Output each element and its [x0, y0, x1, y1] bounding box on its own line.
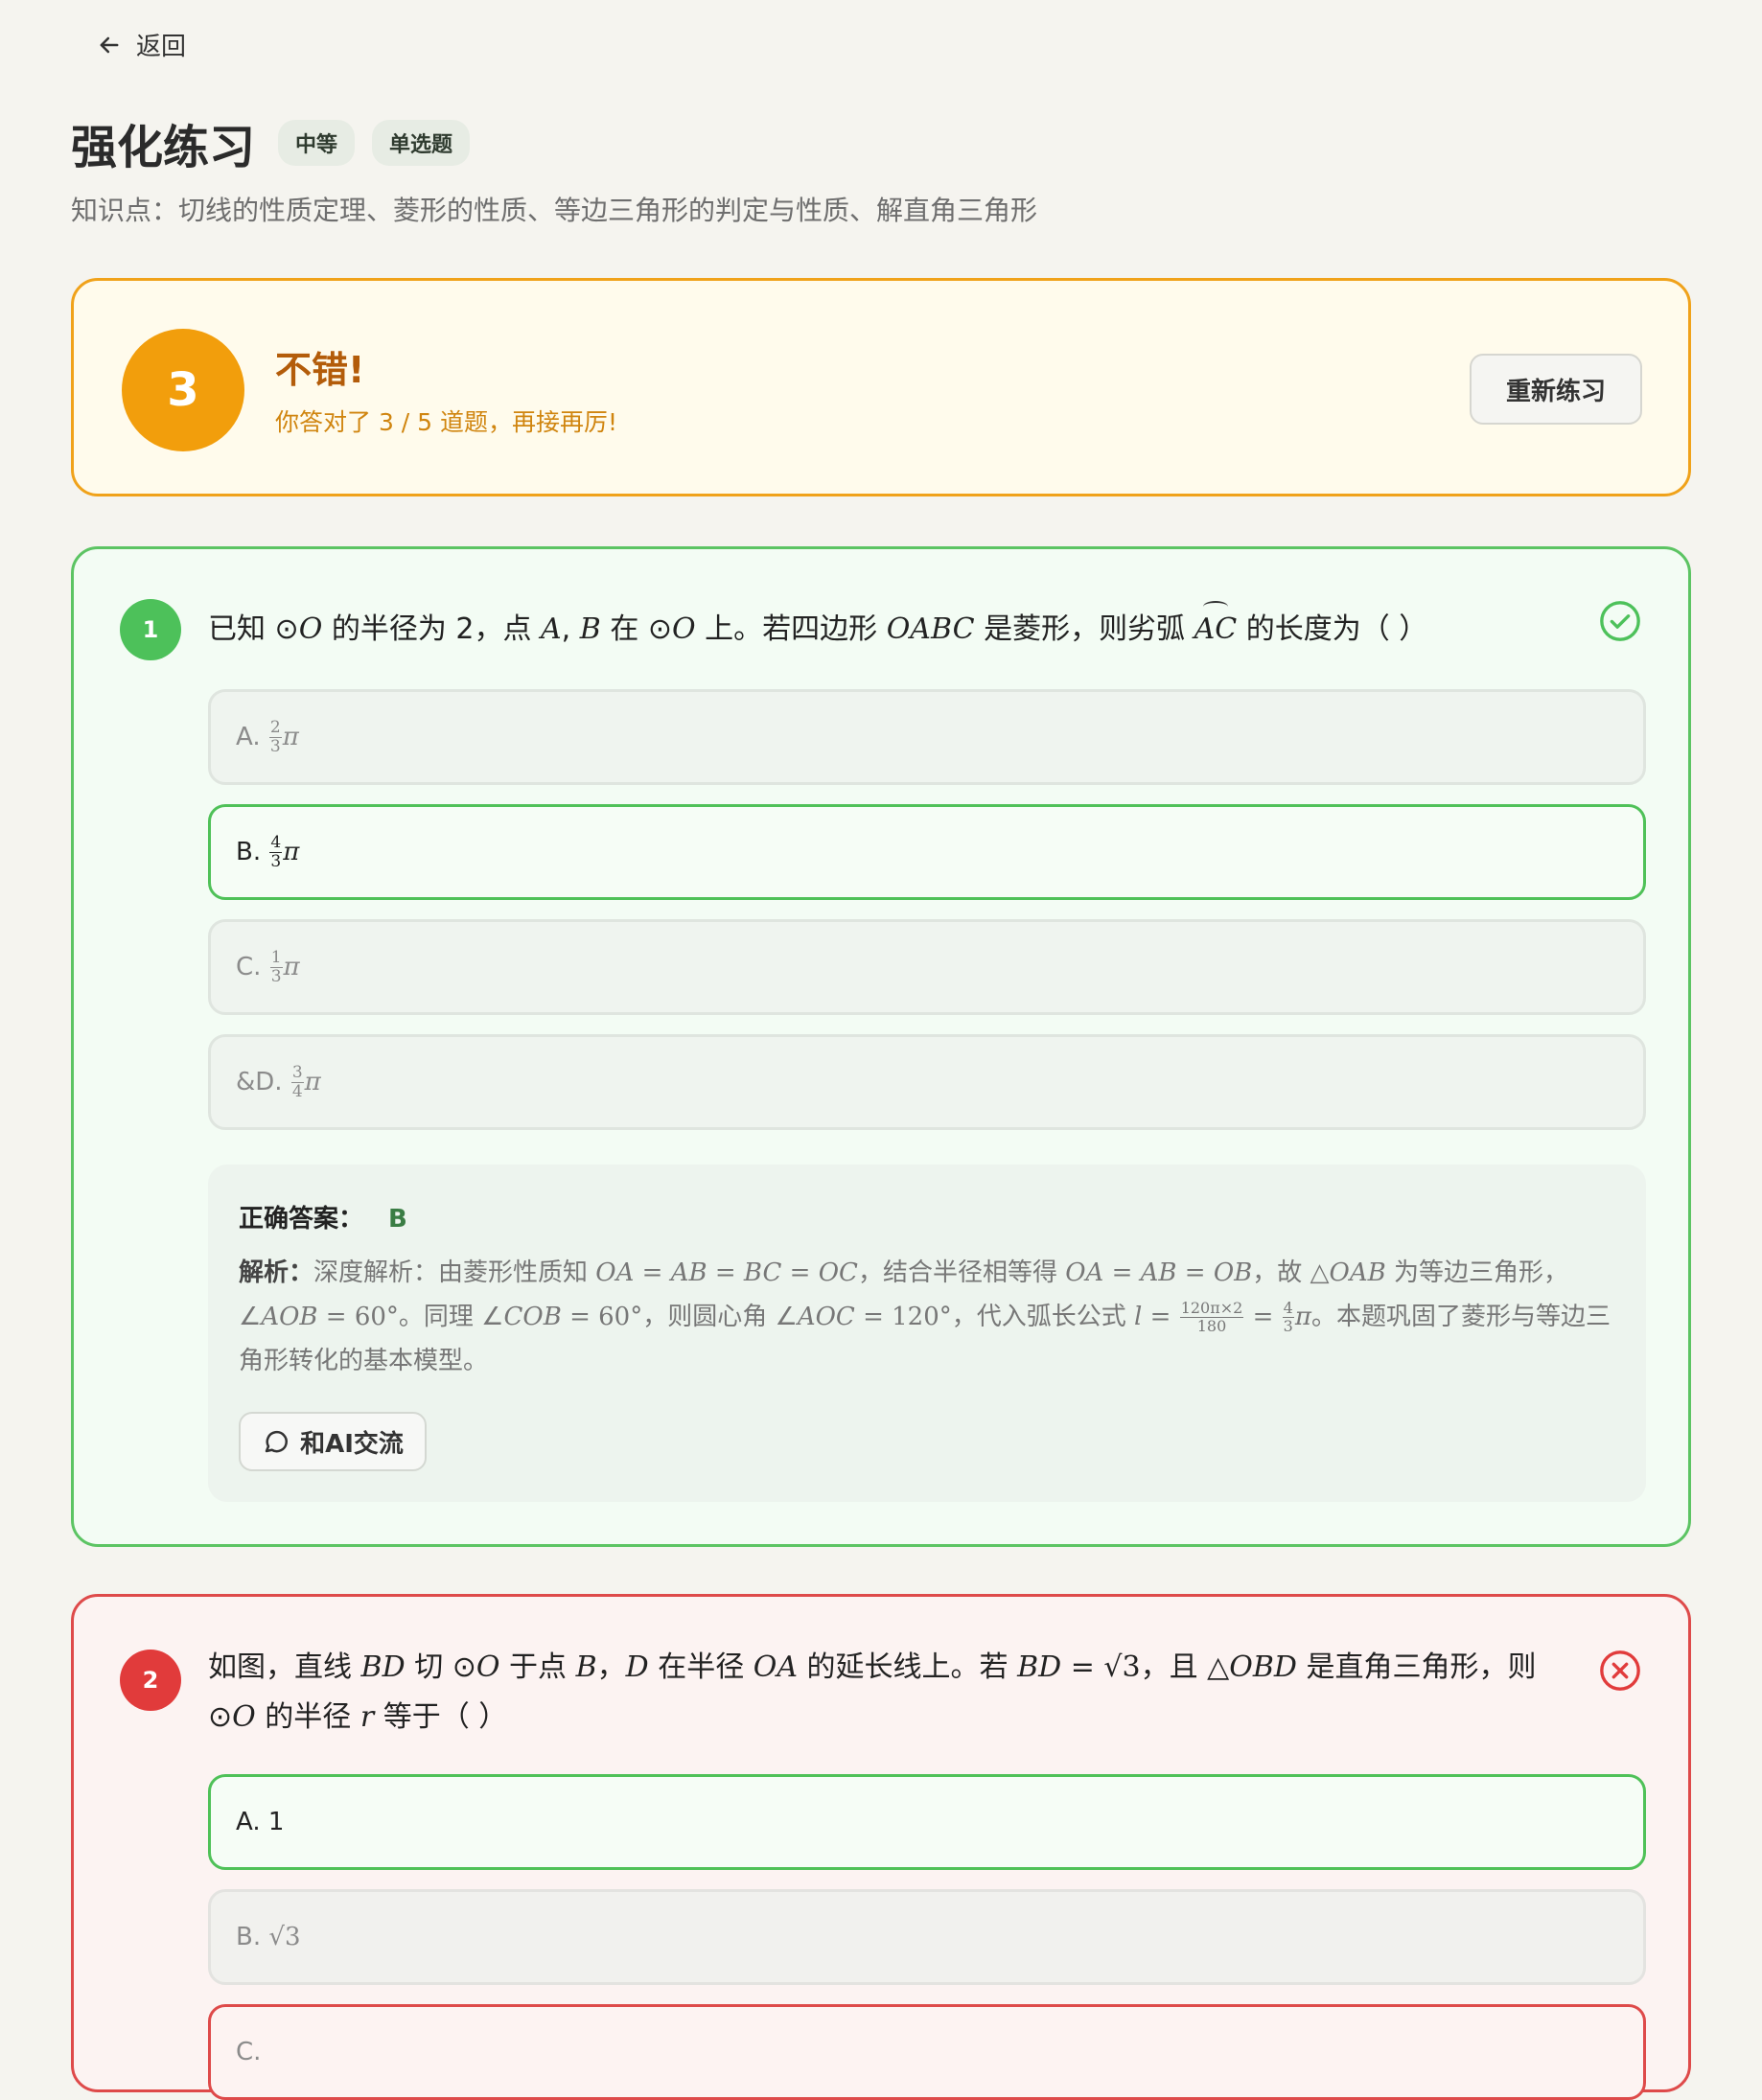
- answer-value: B: [388, 1205, 407, 1234]
- retry-button[interactable]: 重新练习: [1470, 354, 1642, 425]
- analysis-text: 解析：深度解析：由菱形性质知 OA = AB = BC = OC，结合半径相等得…: [239, 1258, 1611, 1375]
- option-label: A.: [236, 723, 261, 751]
- back-button[interactable]: 返回: [96, 27, 186, 62]
- option-c[interactable]: C. 13π: [208, 919, 1646, 1015]
- option-c[interactable]: C.: [208, 2004, 1646, 2100]
- option-value: 1: [267, 1808, 285, 1836]
- chat-with-ai-label: 和AI交流: [300, 1429, 404, 1459]
- chat-with-ai-button[interactable]: 和AI交流: [239, 1412, 427, 1471]
- option-b[interactable]: B. 43π: [208, 804, 1646, 900]
- explanation-panel: 正确答案： B 解析：深度解析：由菱形性质知 OA = AB = BC = OC，…: [208, 1165, 1646, 1502]
- option-label: B.: [236, 838, 262, 866]
- result-headline: 不错!: [275, 349, 365, 391]
- question-card-1: 1 已知 ⊙O 的半径为 2，点 A, B 在 ⊙O 上。若四边形 OABC 是…: [71, 546, 1691, 1547]
- analysis-label: 解析：: [239, 1258, 314, 1287]
- option-b[interactable]: B. √3: [208, 1889, 1646, 1985]
- option-label: C.: [236, 2038, 262, 2066]
- option-label: B.: [236, 1923, 262, 1951]
- result-summary: 你答对了 3 / 5 道题，再接再厉!: [275, 408, 618, 436]
- knowledge-points: 知识点：切线的性质定理、菱形的性质、等边三角形的判定与性质、解直角三角形: [71, 195, 1038, 226]
- question-number: 2: [120, 1650, 181, 1711]
- check-circle-icon: [1600, 601, 1640, 641]
- arrow-left-icon: [100, 36, 119, 53]
- question-card-2: 2 如图，直线 BD 切 ⊙O 于点 B，D 在半径 OA 的延长线上。若 BD…: [71, 1594, 1691, 2100]
- question-number: 1: [120, 599, 181, 660]
- difficulty-tag: 中等: [278, 120, 356, 166]
- option-label: C.: [236, 953, 262, 981]
- result-card: 3 不错! 你答对了 3 / 5 道题，再接再厉! 重新练习: [71, 278, 1691, 496]
- page-header: 强化练习 中等 单选题: [71, 109, 471, 176]
- score-circle: 3: [122, 329, 244, 451]
- question-text: 如图，直线 BD 切 ⊙O 于点 B，D 在半径 OA 的延长线上。若 BD =…: [208, 1650, 1537, 1734]
- option-label: A.: [236, 1808, 261, 1836]
- answer-label: 正确答案：: [239, 1205, 364, 1234]
- option-a[interactable]: A. 1: [208, 1774, 1646, 1870]
- question-text: 已知 ⊙O 的半径为 2，点 A, B 在 ⊙O 上。若四边形 OABC 是菱形…: [208, 605, 1427, 655]
- option-label: &D.: [236, 1068, 283, 1096]
- question-type-tag: 单选题: [372, 120, 471, 166]
- option-value: √3: [268, 1923, 301, 1951]
- option-d[interactable]: &D. 34π: [208, 1034, 1646, 1130]
- back-label: 返回: [136, 33, 187, 61]
- page-title: 强化练习: [71, 121, 256, 174]
- correct-answer: 正确答案： B: [239, 1199, 407, 1235]
- option-a[interactable]: A. 23π: [208, 689, 1646, 785]
- x-circle-icon: [1600, 1650, 1640, 1691]
- chat-bubble-icon: [265, 1430, 289, 1453]
